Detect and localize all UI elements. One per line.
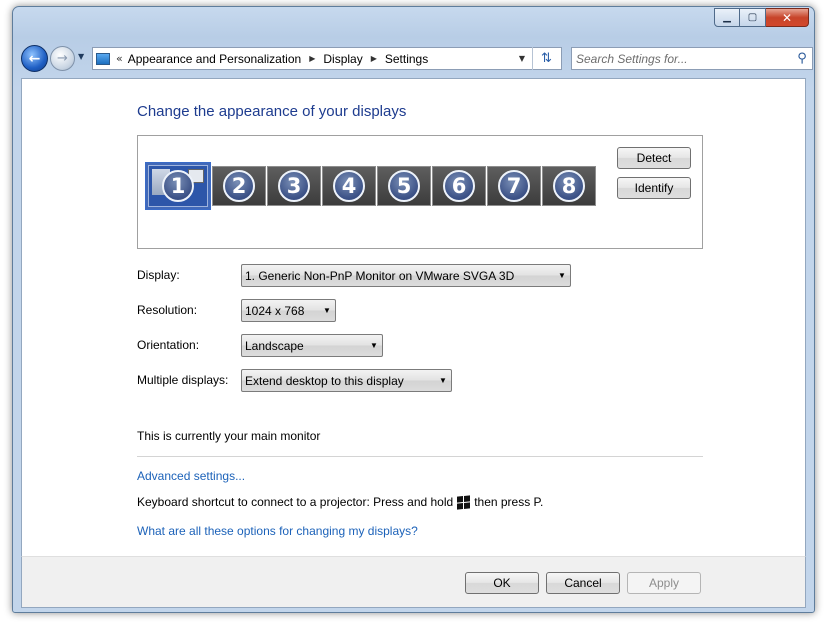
monitor-1-screen: 1 [148,165,208,207]
monitor-number: 4 [333,170,365,202]
display-options-help-link[interactable]: What are all these options for changing … [137,524,418,538]
monitor-number: 3 [278,170,310,202]
ok-button[interactable]: OK [465,572,539,594]
monitor-list: 1 2 3 4 5 6 7 8 [145,162,597,210]
monitor-number: 6 [443,170,475,202]
control-panel-icon [96,52,110,65]
detect-button[interactable]: Detect [617,147,691,169]
content-pane: Change the appearance of your displays 1… [21,78,806,556]
display-label: Display: [137,268,180,282]
chevron-right-icon[interactable]: ▶ [309,54,315,63]
navigation-bar: ← → ▼ « Appearance and Personalization ▶… [21,45,813,73]
section-divider [137,456,703,457]
recent-pages-dropdown-icon[interactable]: ▼ [78,52,84,61]
projector-shortcut-text: Keyboard shortcut to connect to a projec… [137,494,544,510]
address-bar[interactable]: « Appearance and Personalization ▶ Displ… [92,47,562,70]
monitor-3[interactable]: 3 [267,166,321,206]
monitor-number: 5 [388,170,420,202]
breadcrumb-appearance[interactable]: Appearance and Personalization [128,52,301,66]
monitor-number: 1 [162,170,194,202]
chevron-down-icon: ▼ [558,271,566,280]
multiple-displays-select-value: Extend desktop to this display [245,373,404,388]
orientation-select[interactable]: Landscape ▼ [241,334,383,357]
windows-key-icon [457,494,471,510]
chevron-down-icon: ▼ [370,341,378,350]
resolution-label: Resolution: [137,303,198,317]
shortcut-text-after: then press P. [474,495,544,509]
breadcrumb-display[interactable]: Display [323,52,362,66]
monitor-number: 2 [223,170,255,202]
orientation-label: Orientation: [137,338,200,352]
breadcrumb-settings[interactable]: Settings [385,52,428,66]
monitor-arrangement-panel: 1 2 3 4 5 6 7 8 Detect Identify [137,135,703,249]
close-button[interactable]: ✕ [766,8,809,27]
search-box: ⚲ [571,47,813,70]
monitor-number: 8 [553,170,585,202]
address-dropdown-icon[interactable]: ▼ [513,54,531,63]
multiple-displays-label: Multiple displays: [137,373,229,387]
main-monitor-status: This is currently your main monitor [137,429,321,443]
apply-button[interactable]: Apply [627,572,701,594]
forward-button[interactable]: → [50,46,75,71]
shortcut-text-before: Keyboard shortcut to connect to a projec… [137,495,454,509]
back-button[interactable]: ← [21,45,48,72]
dialog-footer: OK Cancel Apply [21,556,806,608]
refresh-icon: ⇅ [541,51,552,66]
chevron-down-icon: ▼ [439,376,447,385]
monitor-number: 7 [498,170,530,202]
identify-button[interactable]: Identify [617,177,691,199]
monitor-8[interactable]: 8 [542,166,596,206]
arrow-left-icon: ← [28,50,41,67]
display-settings-window: ▁ ▢ ✕ ← → ▼ « Appearance and Personaliza… [12,6,815,613]
advanced-settings-link[interactable]: Advanced settings... [137,469,245,483]
display-select[interactable]: 1. Generic Non-PnP Monitor on VMware SVG… [241,264,571,287]
resolution-select[interactable]: 1024 x 768 ▼ [241,299,336,322]
display-select-value: 1. Generic Non-PnP Monitor on VMware SVG… [245,268,515,283]
page-title: Change the appearance of your displays [137,103,407,120]
window-controls: ▁ ▢ ✕ [714,8,809,27]
orientation-select-value: Landscape [245,338,304,353]
breadcrumb-overflow[interactable]: « [116,52,123,65]
monitor-6[interactable]: 6 [432,166,486,206]
search-icon[interactable]: ⚲ [792,51,812,66]
monitor-7[interactable]: 7 [487,166,541,206]
multiple-displays-select[interactable]: Extend desktop to this display ▼ [241,369,452,392]
chevron-right-icon[interactable]: ▶ [371,54,377,63]
minimize-button[interactable]: ▁ [714,8,740,27]
search-input[interactable] [572,48,792,69]
monitor-1[interactable]: 1 [145,162,211,210]
maximize-button[interactable]: ▢ [740,8,766,27]
refresh-button[interactable]: ⇅ [532,47,560,70]
arrow-right-icon: → [57,51,68,66]
monitor-2[interactable]: 2 [212,166,266,206]
resolution-select-value: 1024 x 768 [245,303,305,318]
chevron-down-icon: ▼ [323,306,331,315]
cancel-button[interactable]: Cancel [546,572,620,594]
monitor-4[interactable]: 4 [322,166,376,206]
monitor-5[interactable]: 5 [377,166,431,206]
